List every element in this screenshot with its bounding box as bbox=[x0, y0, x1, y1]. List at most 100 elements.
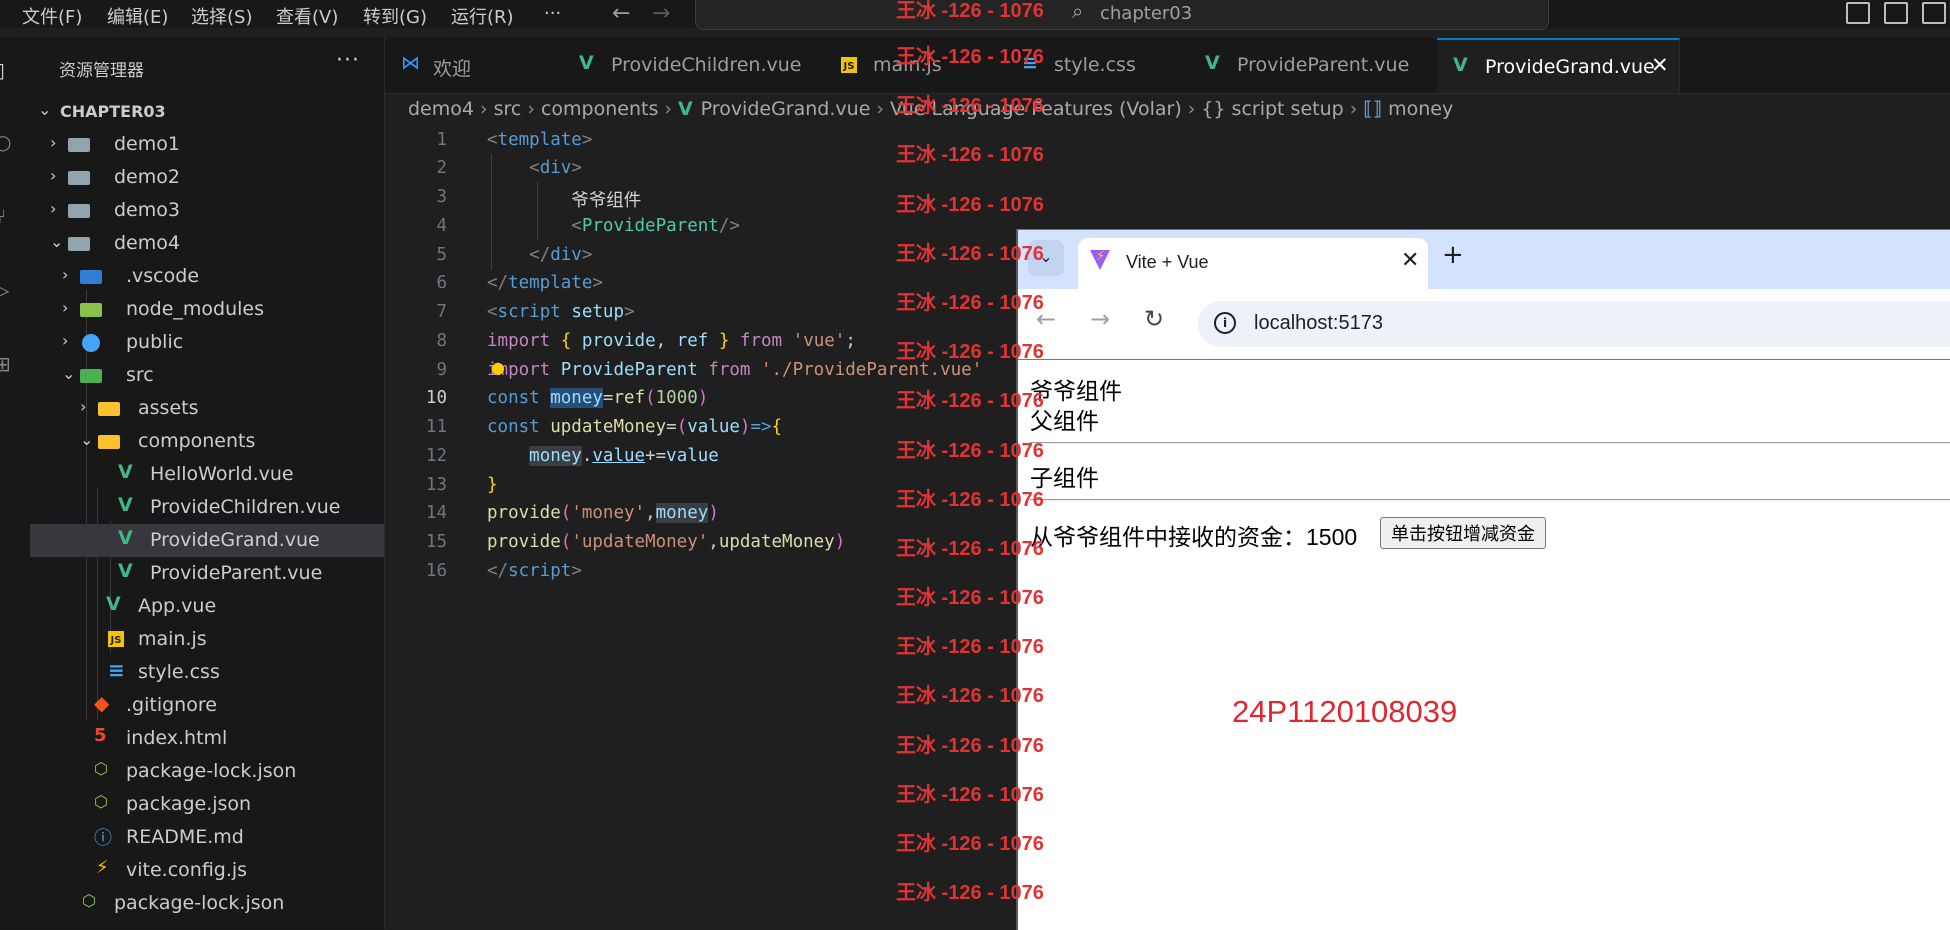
json-file-icon: ⬡ bbox=[94, 792, 108, 811]
menu-edit[interactable]: 编辑(E) bbox=[107, 3, 168, 29]
tree-folder-demo4[interactable]: ⌄ demo4 bbox=[30, 227, 384, 260]
divider bbox=[1030, 442, 1950, 444]
tree-folder-vscode[interactable]: › .vscode bbox=[30, 260, 384, 293]
code-line: </template> bbox=[487, 273, 603, 293]
menu-file[interactable]: 文件(F) bbox=[22, 3, 82, 29]
source-control-icon[interactable]: ⑂ bbox=[0, 204, 16, 228]
reload-icon[interactable]: ↻ bbox=[1144, 305, 1164, 333]
tree-file-app[interactable]: V App.vue bbox=[30, 590, 384, 623]
line-number: 3 bbox=[436, 187, 447, 207]
tab-providegrand[interactable]: V ProvideGrand.vue ✕ bbox=[1437, 38, 1680, 93]
tree-file-providechildren[interactable]: V ProvideChildren.vue bbox=[30, 491, 384, 524]
vite-file-icon: ⚡ bbox=[96, 857, 109, 878]
tab-providechildren[interactable]: V ProvideChildren.vue bbox=[563, 38, 826, 93]
back-arrow-icon[interactable]: ← bbox=[1036, 305, 1056, 333]
divider bbox=[1030, 499, 1950, 501]
tree-label: demo4 bbox=[114, 232, 180, 254]
line-number: 6 bbox=[436, 273, 447, 293]
forward-arrow-icon[interactable]: → bbox=[652, 1, 670, 26]
tree-folder-demo2[interactable]: › demo2 bbox=[30, 161, 384, 194]
tab-provideparent[interactable]: V ProvideParent.vue bbox=[1189, 38, 1438, 93]
breadcrumb-item[interactable]: money bbox=[1388, 98, 1453, 120]
tree-file-indexhtml[interactable]: 5 index.html bbox=[30, 722, 384, 755]
toggle-secondary-sidebar-icon[interactable] bbox=[1922, 2, 1946, 24]
tree-file-packagelock[interactable]: ⬡ package-lock.json bbox=[30, 755, 384, 788]
tree-label: public bbox=[126, 331, 184, 353]
site-info-icon[interactable]: i bbox=[1214, 312, 1236, 334]
breadcrumb-item[interactable]: {} script setup bbox=[1201, 98, 1343, 120]
tree-folder-demo3[interactable]: › demo3 bbox=[30, 194, 384, 227]
tree-label: node_modules bbox=[126, 298, 265, 320]
tree-file-viteconfig[interactable]: ⚡ vite.config.js bbox=[30, 854, 384, 887]
vue-file-icon: V bbox=[118, 527, 133, 549]
vue-file-icon: V bbox=[1205, 52, 1220, 74]
extensions-icon[interactable]: ⊞ bbox=[0, 352, 16, 376]
tab-label: 欢迎 bbox=[433, 58, 472, 80]
tab-welcome[interactable]: ⋈ 欢迎 bbox=[385, 38, 564, 93]
tree-file-helloworld[interactable]: V HelloWorld.vue bbox=[30, 458, 384, 491]
tree-file-providegrand[interactable]: V ProvideGrand.vue bbox=[30, 524, 384, 557]
line-number: 8 bbox=[436, 331, 447, 351]
tree-file-provideparent[interactable]: V ProvideParent.vue bbox=[30, 557, 384, 590]
tree-file-stylecss[interactable]: ≡ style.css bbox=[30, 656, 384, 689]
browser-tab[interactable]: ⚡ Vite + Vue ✕ bbox=[1078, 238, 1428, 289]
line-number: 4 bbox=[436, 216, 447, 236]
sidebar-more-button[interactable]: ··· bbox=[336, 48, 360, 73]
tree-root[interactable]: ⌄ CHAPTER03 bbox=[30, 95, 384, 128]
breadcrumb-item[interactable]: demo4 bbox=[408, 98, 474, 120]
lightbulb-icon[interactable]: ● bbox=[491, 358, 505, 377]
new-tab-button[interactable]: + bbox=[1442, 240, 1464, 270]
tab-search-button[interactable]: ⌄ bbox=[1028, 240, 1064, 276]
tree-label: assets bbox=[138, 397, 199, 419]
run-debug-icon[interactable]: ▷ bbox=[0, 278, 16, 302]
tree-folder-node-modules[interactable]: › node_modules bbox=[30, 293, 384, 326]
search-view-icon[interactable]: ○ bbox=[0, 130, 16, 154]
menu-selection[interactable]: 选择(S) bbox=[191, 3, 252, 29]
code-line-current: const money=ref(1000) bbox=[487, 388, 709, 408]
explorer-icon[interactable]: ▯ bbox=[0, 58, 16, 82]
tree-folder-assets[interactable]: › assets bbox=[30, 392, 384, 425]
breadcrumb-item[interactable]: ProvideGrand.vue bbox=[701, 98, 871, 120]
toggle-primary-sidebar-icon[interactable] bbox=[1846, 2, 1870, 24]
tree-file-packagejson[interactable]: ⬡ package.json bbox=[30, 788, 384, 821]
breadcrumb-item[interactable]: Vue Language Features (Volar) bbox=[890, 98, 1182, 120]
tab-close-button[interactable]: ✕ bbox=[1651, 53, 1669, 77]
tree-label: .vscode bbox=[126, 265, 200, 287]
tree-label: ProvideChildren.vue bbox=[150, 496, 341, 518]
tree-label: vite.config.js bbox=[126, 859, 248, 881]
forward-arrow-icon[interactable]: → bbox=[1090, 305, 1110, 333]
command-center-search[interactable]: ⌕ chapter03 bbox=[695, 0, 1549, 30]
tree-label: ProvideGrand.vue bbox=[150, 529, 320, 551]
menu-run[interactable]: 运行(R) bbox=[451, 3, 514, 29]
tree-folder-components[interactable]: ⌄ components bbox=[30, 425, 384, 458]
line-number: 14 bbox=[425, 503, 447, 523]
title-bar: 文件(F) 编辑(E) 选择(S) 查看(V) 转到(G) 运行(R) ··· … bbox=[0, 0, 1950, 30]
html-file-icon: 5 bbox=[94, 725, 107, 746]
back-arrow-icon[interactable]: ← bbox=[612, 1, 630, 26]
menu-go[interactable]: 转到(G) bbox=[363, 3, 427, 29]
update-money-button[interactable]: 单击按钮增减资金 bbox=[1380, 517, 1546, 549]
tree-file-packagelock-root[interactable]: ⬡ package-lock.json bbox=[30, 887, 384, 920]
tree-folder-public[interactable]: › public bbox=[30, 326, 384, 359]
tree-file-gitignore[interactable]: ◆ .gitignore bbox=[30, 689, 384, 722]
chevron-down-icon: ⌄ bbox=[38, 100, 52, 119]
code-line: provide('money',money) bbox=[487, 503, 719, 523]
tree-file-mainjs[interactable]: JS main.js bbox=[30, 623, 384, 656]
tree-folder-src[interactable]: ⌄ src bbox=[30, 359, 384, 392]
breadcrumb-item[interactable]: components bbox=[541, 98, 658, 120]
toggle-panel-icon[interactable] bbox=[1884, 2, 1908, 24]
breadcrumb-item[interactable]: src bbox=[494, 98, 522, 120]
menu-view[interactable]: 查看(V) bbox=[276, 3, 338, 29]
tab-stylecss[interactable]: ≡ style.css bbox=[1006, 38, 1190, 93]
address-bar[interactable]: i localhost:5173 bbox=[1198, 301, 1950, 347]
tree-folder-demo1[interactable]: › demo1 bbox=[30, 128, 384, 161]
tree-file-readme[interactable]: ⓘ README.md bbox=[30, 821, 384, 854]
close-icon[interactable]: ✕ bbox=[1401, 248, 1419, 273]
code-line: <ProvideParent/> bbox=[571, 216, 740, 236]
chevron-right-icon: › bbox=[50, 166, 57, 185]
student-id-text: 24P1120108039 bbox=[1232, 694, 1458, 729]
line-number: 2 bbox=[436, 158, 447, 178]
command-center-text: chapter03 bbox=[1100, 3, 1193, 24]
tab-mainjs[interactable]: JS main.js bbox=[825, 38, 1007, 93]
menu-more[interactable]: ··· bbox=[544, 3, 561, 24]
